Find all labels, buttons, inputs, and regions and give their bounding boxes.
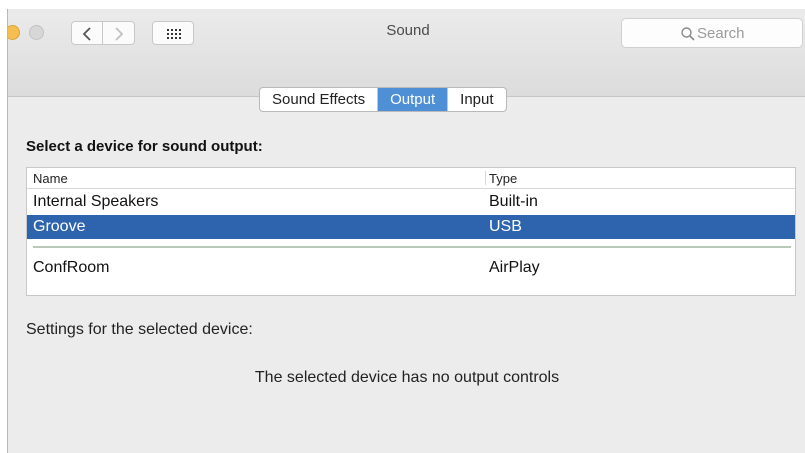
chevron-left-icon <box>82 27 91 41</box>
search-icon <box>681 27 695 41</box>
sound-preferences-window: Sound Sound Effects Output Input Select … <box>7 9 805 453</box>
forward-button[interactable] <box>103 21 135 45</box>
output-device-table[interactable]: Name Type Internal Speakers Built-in Gro… <box>26 167 796 296</box>
device-name: Internal Speakers <box>33 193 159 210</box>
row-divider <box>33 246 791 248</box>
device-type: Built-in <box>489 193 538 210</box>
title-bar: Sound <box>8 9 805 97</box>
tab-sound-effects[interactable]: Sound Effects <box>260 88 379 111</box>
zoom-button[interactable] <box>29 25 44 40</box>
column-separator <box>485 171 486 185</box>
column-header-type[interactable]: Type <box>489 171 517 186</box>
table-header: Name Type <box>27 168 795 189</box>
settings-label: Settings for the selected device: <box>26 321 253 338</box>
back-button[interactable] <box>71 21 103 45</box>
device-name: Groove <box>33 218 86 235</box>
tab-bar: Sound Effects Output Input <box>259 87 507 112</box>
tab-input[interactable]: Input <box>448 88 505 111</box>
table-row[interactable]: Internal Speakers Built-in <box>27 190 795 214</box>
window-title: Sound <box>386 22 430 39</box>
show-all-button[interactable] <box>152 21 194 45</box>
device-name: ConfRoom <box>33 259 110 276</box>
output-heading: Select a device for sound output: <box>26 138 263 155</box>
search-field[interactable] <box>621 18 803 48</box>
grid-icon <box>167 29 181 39</box>
table-row-selected[interactable]: Groove USB <box>27 215 795 239</box>
search-input[interactable] <box>697 24 797 42</box>
screenshot-frame: Sound Sound Effects Output Input Select … <box>0 0 805 453</box>
device-type: USB <box>489 218 522 235</box>
chevron-right-icon <box>115 27 124 41</box>
minimize-button[interactable] <box>8 25 20 40</box>
table-row[interactable]: ConfRoom AirPlay <box>27 256 795 280</box>
no-controls-message: The selected device has no output contro… <box>254 369 560 386</box>
device-type: AirPlay <box>489 259 540 276</box>
column-header-name[interactable]: Name <box>33 171 68 186</box>
tab-output[interactable]: Output <box>378 88 449 111</box>
